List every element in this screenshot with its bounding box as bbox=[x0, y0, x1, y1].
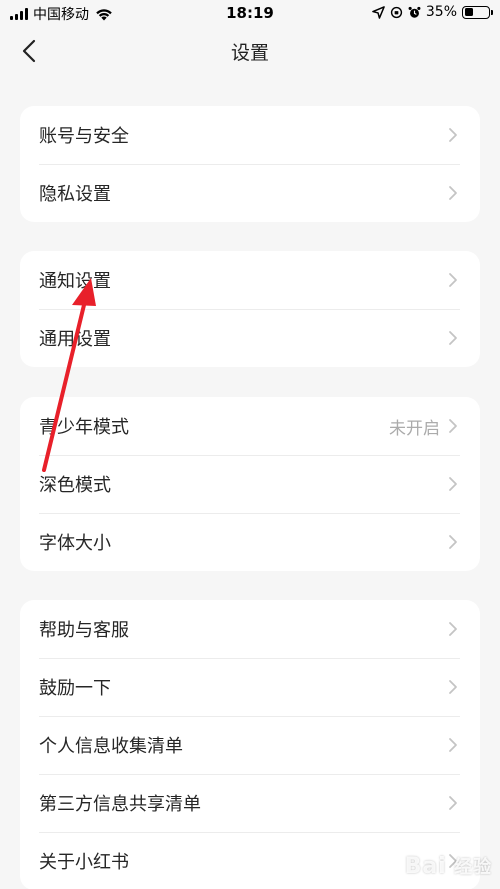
chevron-right-icon bbox=[449, 128, 457, 142]
settings-row[interactable]: 通用设置 bbox=[20, 309, 480, 367]
settings-row[interactable]: 个人信息收集清单 bbox=[20, 716, 480, 774]
settings-group: 青少年模式 未开启深色模式字体大小 bbox=[20, 397, 480, 571]
settings-row-label: 鼓励一下 bbox=[39, 678, 111, 699]
settings-group: 通知设置 通用设置 bbox=[20, 251, 480, 367]
settings-row-label: 账号与安全 bbox=[39, 126, 129, 147]
orientation-lock-icon bbox=[390, 6, 402, 18]
settings-row-label: 青少年模式 bbox=[39, 417, 129, 438]
settings-row-value: 未开启 bbox=[389, 418, 440, 439]
settings-group: 账号与安全 隐私设置 bbox=[20, 106, 480, 222]
page-title: 设置 bbox=[230, 42, 269, 64]
chevron-right-icon bbox=[449, 680, 457, 694]
settings-row[interactable]: 深色模式 bbox=[20, 455, 480, 513]
battery-icon bbox=[462, 5, 493, 19]
settings-row[interactable]: 第三方信息共享清单 bbox=[20, 774, 480, 832]
settings-row-label: 第三方信息共享清单 bbox=[39, 794, 201, 815]
alarm-icon bbox=[408, 6, 421, 18]
settings-row[interactable]: 通知设置 bbox=[20, 251, 480, 309]
location-icon bbox=[372, 5, 385, 19]
settings-row[interactable]: 字体大小 bbox=[20, 513, 480, 571]
settings-row[interactable]: 帮助与客服 bbox=[20, 600, 480, 658]
settings-row-label: 深色模式 bbox=[39, 475, 111, 496]
chevron-right-icon bbox=[449, 738, 457, 752]
chevron-right-icon bbox=[449, 477, 457, 491]
settings-row-label: 关于小红书 bbox=[39, 852, 129, 873]
settings-row[interactable]: 鼓励一下 bbox=[20, 658, 480, 716]
settings-row[interactable]: 账号与安全 bbox=[20, 106, 480, 164]
settings-row-label: 个人信息收集清单 bbox=[39, 736, 183, 757]
battery-percentage: 35% bbox=[425, 4, 457, 20]
status-bar: 中国移动 18:19 35% bbox=[0, 0, 500, 26]
settings-row-label: 通用设置 bbox=[39, 329, 111, 350]
chevron-right-icon bbox=[449, 419, 457, 433]
watermark-logo: Bai 经验 bbox=[404, 854, 492, 879]
chevron-right-icon bbox=[449, 273, 457, 287]
chevron-right-icon bbox=[449, 796, 457, 810]
chevron-right-icon bbox=[449, 331, 457, 345]
chevron-right-icon bbox=[449, 535, 457, 549]
chevron-right-icon bbox=[449, 186, 457, 200]
settings-row-label: 隐私设置 bbox=[39, 184, 111, 205]
settings-row-label: 通知设置 bbox=[39, 271, 111, 292]
settings-row-label: 字体大小 bbox=[39, 533, 111, 554]
navigation-bar: 设置 bbox=[0, 28, 500, 72]
settings-group: 帮助与客服鼓励一下个人信息收集清单 第三方信息共享清单 关于小红书 bbox=[20, 600, 480, 889]
chevron-right-icon bbox=[449, 622, 457, 636]
settings-row[interactable]: 青少年模式 未开启 bbox=[20, 397, 480, 455]
settings-row[interactable]: 隐私设置 bbox=[20, 164, 480, 222]
settings-row-label: 帮助与客服 bbox=[39, 620, 129, 641]
